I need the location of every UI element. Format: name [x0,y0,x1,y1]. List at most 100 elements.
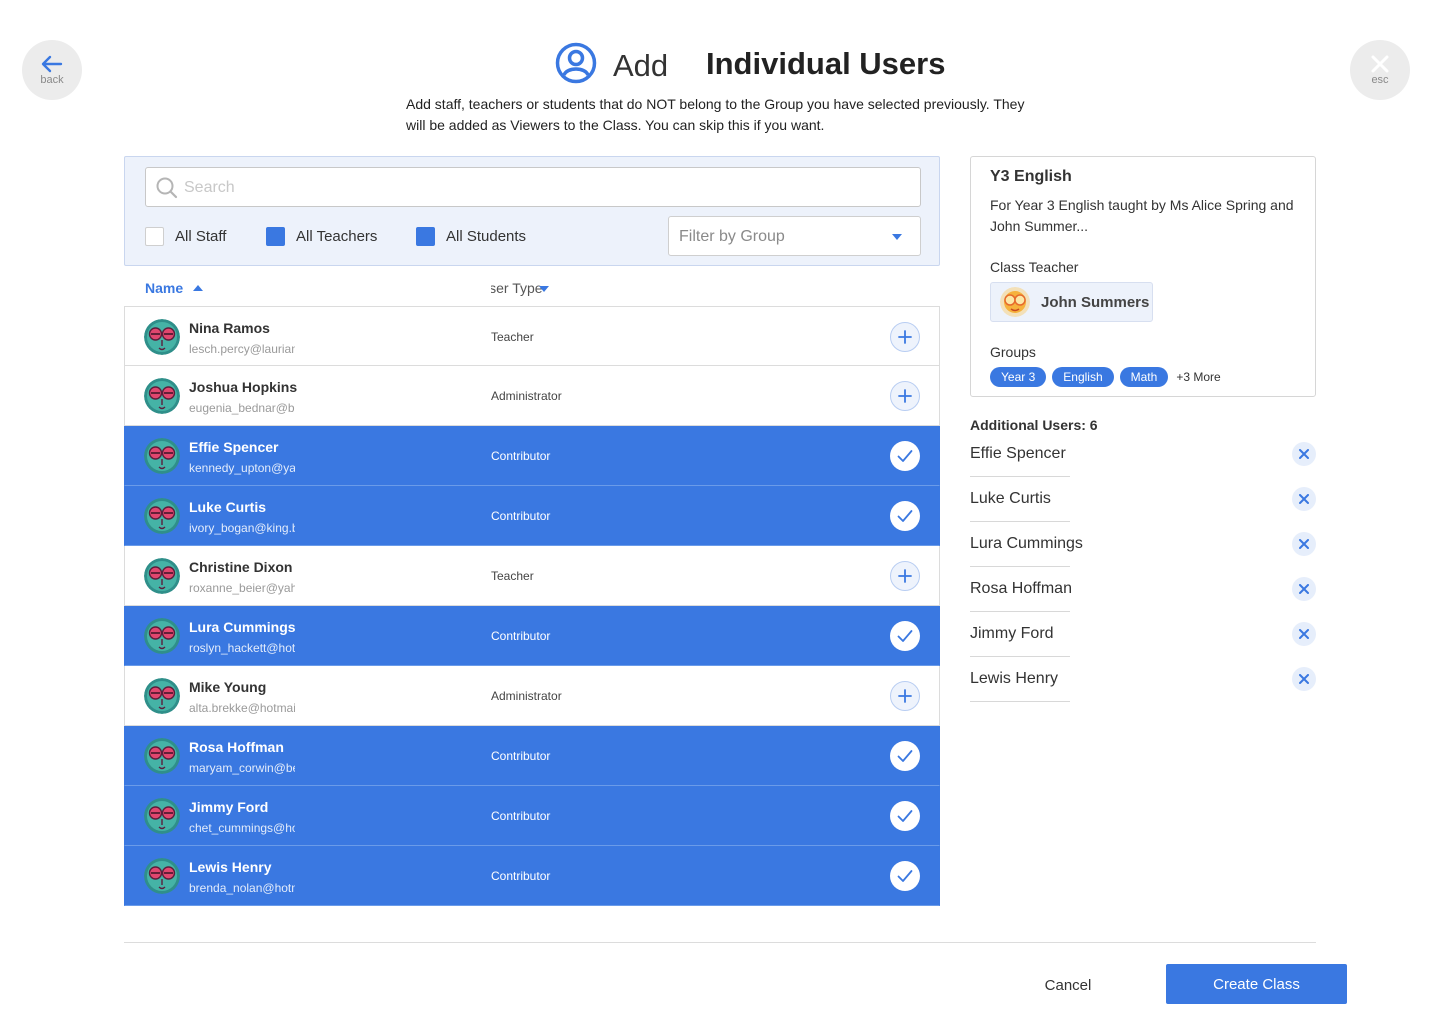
remove-icon[interactable] [1292,442,1316,466]
user-name: Nina Ramos [189,320,270,336]
check-icon[interactable] [890,501,920,531]
user-name: Lewis Henry [189,859,272,875]
user-type: Administrator [491,389,562,403]
groups-tags: Year 3 English Math +3 More [990,367,1221,387]
user-list: Nina Ramos lesch.percy@laurianne.com Teach… [124,306,940,906]
column-header-user-type[interactable]: User Type [491,280,561,296]
table-row[interactable]: Luke Curtis ivory_bogan@king.biz Contribut… [124,486,940,546]
avatar [144,319,180,355]
page-subtitle: Add staff, teachers or students that do … [406,96,1025,133]
class-teacher-chip[interactable]: John Summers [990,282,1153,322]
caret-down-icon [892,234,902,240]
table-row[interactable]: Lura Cummings roslyn_hackett@hotmail.com C… [124,606,940,666]
check-icon[interactable] [890,861,920,891]
user-name: Effie Spencer [189,439,279,455]
checkbox-all-teachers[interactable]: All Teachers [266,227,377,246]
avatar [144,558,180,594]
more-groups-link[interactable]: +3 More [1176,370,1220,384]
filter-by-group-select[interactable]: Filter by Group [668,216,921,256]
remove-icon[interactable] [1292,577,1316,601]
group-tag[interactable]: English [1052,367,1114,387]
user-type: Contributor [491,869,551,883]
list-item: Lewis Henry [970,657,1316,702]
column-header-name[interactable]: Name [145,280,204,296]
user-type: Teacher [491,330,534,344]
table-row[interactable]: Jimmy Ford chet_cummings@hotmail.com Contr… [124,786,940,846]
avatar [144,618,180,654]
cancel-button[interactable]: Cancel [1030,972,1106,998]
additional-user-name: Lura Cummings [970,535,1083,552]
sort-up-icon [193,285,204,291]
page-title: Individual Users [706,46,946,81]
additional-user-name: Lewis Henry [970,670,1059,687]
filter-by-group-placeholder: Filter by Group [679,228,785,245]
avatar [144,798,180,834]
header-add-word: Add [613,48,669,83]
create-class-button[interactable]: Create Class [1166,964,1347,1004]
user-name: Mike Young [189,679,267,695]
search-input[interactable] [184,176,904,200]
group-tag[interactable]: Math [1119,367,1169,387]
checkbox-all-students[interactable]: All Students [416,227,526,246]
user-email: brenda_nolan@hotmail.com [189,881,295,895]
table-row[interactable]: Rosa Hoffman maryam_corwin@bella.net Contr… [124,726,940,786]
checkbox-label: All Students [446,228,527,245]
checkbox-box[interactable] [416,227,435,246]
user-name: Lura Cummings [189,619,296,635]
plus-icon[interactable] [890,681,920,711]
checkbox-all-staff[interactable]: All Staff [145,227,226,246]
checkbox-label: All Teachers [296,228,378,245]
user-type: Teacher [491,569,534,583]
user-email: ivory_bogan@king.biz [189,521,295,535]
avatar [144,738,180,774]
column-header-name-label: Name [145,280,184,296]
list-item: Jimmy Ford [970,612,1316,657]
plus-icon[interactable] [890,322,920,352]
user-email: kennedy_upton@yahoo.com [189,461,295,475]
check-icon[interactable] [890,441,920,471]
user-email: maryam_corwin@bella.net [189,761,295,775]
remove-icon[interactable] [1292,667,1316,691]
additional-user-name: Rosa Hoffman [970,580,1072,597]
remove-icon[interactable] [1292,622,1316,646]
filter-panel: All Staff All Teachers All Students Filt… [124,156,940,266]
avatar [144,378,180,414]
checkbox-box[interactable] [145,227,164,246]
sort-down-icon [538,286,549,292]
check-icon[interactable] [890,801,920,831]
table-row[interactable]: Mike Young alta.brekke@hotmail.com Adminis… [124,666,940,726]
plus-icon[interactable] [890,381,920,411]
additional-users-title: Additional Users: 6 [970,417,1098,433]
remove-icon[interactable] [1292,532,1316,556]
avatar [1000,287,1030,317]
remove-icon[interactable] [1292,487,1316,511]
search-icon [156,177,178,199]
user-email: alta.brekke@hotmail.com [189,701,295,715]
user-circle-icon [555,42,597,84]
user-type: Contributor [491,629,551,643]
checkbox-box[interactable] [266,227,285,246]
check-icon[interactable] [890,741,920,771]
user-name: Jimmy Ford [189,799,269,815]
additional-user-name: Luke Curtis [970,490,1051,507]
table-row[interactable]: Joshua Hopkins eugenia_bednar@brandi.ca Ad… [124,366,940,426]
search-box[interactable] [145,167,921,207]
group-tag[interactable]: Year 3 [990,367,1047,387]
user-type: Contributor [491,809,551,823]
table-row[interactable]: Lewis Henry brenda_nolan@hotmail.com Contr… [124,846,940,906]
user-type: Contributor [491,509,551,523]
user-name: Christine Dixon [189,559,293,575]
list-item: Rosa Hoffman [970,567,1316,612]
table-row[interactable]: Christine Dixon roxanne_beier@yahoo.com Te… [124,546,940,606]
list-item: Effie Spencer [970,432,1316,477]
table-row[interactable]: Effie Spencer kennedy_upton@yahoo.com Cont… [124,426,940,486]
check-icon[interactable] [890,621,920,651]
table-row[interactable]: Nina Ramos lesch.percy@laurianne.com Teach… [124,306,940,366]
list-item: Lura Cummings [970,522,1316,567]
user-name: Joshua Hopkins [189,379,298,395]
user-email: roxanne_beier@yahoo.com [189,581,295,595]
plus-icon[interactable] [890,561,920,591]
avatar [144,498,180,534]
user-name: Luke Curtis [189,499,267,515]
class-teacher-label: Class Teacher [990,259,1079,275]
